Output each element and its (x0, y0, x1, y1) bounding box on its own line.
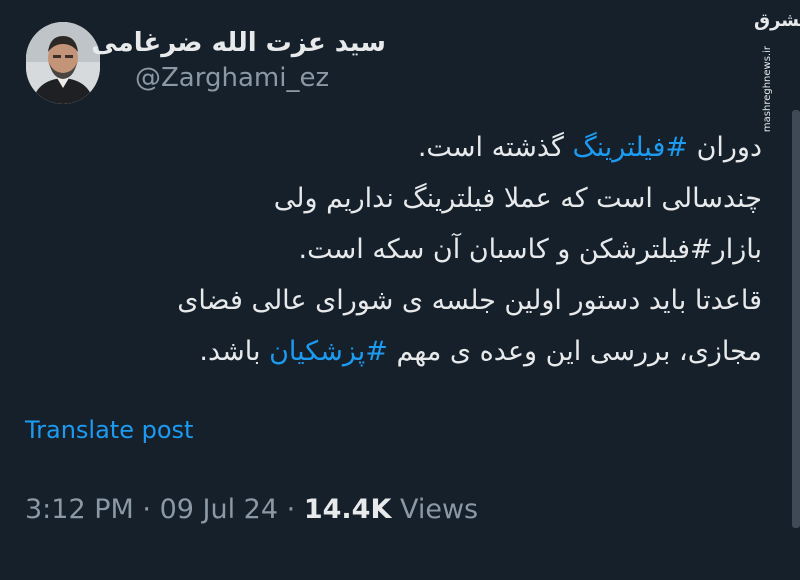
tweet-text: دوران #فیلترینگ گذشته است. چندسالی است ک… (20, 122, 762, 377)
tweet-text-segment: بازار#فیلترشکن و کاسبان آن سکه است. (298, 234, 762, 265)
scrollbar[interactable] (792, 110, 800, 528)
watermark-site: mashreghnews.ir (762, 46, 773, 133)
separator-dot: · (286, 494, 296, 525)
watermark-logo: مشرق (754, 10, 800, 31)
translate-post-link[interactable]: Translate post (25, 416, 193, 444)
watermark: مشرق mashreghnews.ir (748, 10, 800, 132)
tweet-line: قاعدتا باید دستور اولین جلسه ی شورای عال… (20, 275, 762, 326)
post-date[interactable]: 09 Jul 24 (160, 494, 278, 525)
tweet-text-segment: باشد. (199, 336, 270, 367)
tweet-text-segment: مجازی، بررسی این وعده ی مهم (387, 336, 762, 367)
tweet-line: بازار#فیلترشکن و کاسبان آن سکه است. (20, 224, 762, 275)
tweet-text-segment: قاعدتا باید دستور اولین جلسه ی شورای عال… (177, 285, 762, 316)
tweet-text-segment: گذشته است. (417, 132, 573, 163)
hashtag-link[interactable]: #پزشکیان (269, 336, 388, 367)
tweet-line: دوران #فیلترینگ گذشته است. (20, 122, 762, 173)
tweet-line: چندسالی است که عملا فیلترینگ نداریم ولی (20, 173, 762, 224)
post-metadata: 3:12 PM · 09 Jul 24 · 14.4K Views (25, 494, 478, 525)
views-count[interactable]: 14.4K (304, 494, 392, 525)
avatar[interactable] (26, 22, 100, 104)
tweet-line: مجازی، بررسی این وعده ی مهم #پزشکیان باش… (20, 326, 762, 377)
post-time[interactable]: 3:12 PM (25, 494, 134, 525)
views-label: Views (399, 494, 479, 525)
profile-photo (26, 22, 100, 104)
hashtag-link[interactable]: #فیلترینگ (572, 132, 688, 163)
tweet-text-segment: چندسالی است که عملا فیلترینگ نداریم ولی (273, 183, 762, 214)
user-handle[interactable]: @Zarghami_ez (135, 63, 329, 93)
tweet-text-segment: دوران (687, 132, 762, 163)
separator-dot: · (142, 494, 151, 525)
display-name[interactable]: سید عزت الله ضرغامی (91, 28, 386, 58)
